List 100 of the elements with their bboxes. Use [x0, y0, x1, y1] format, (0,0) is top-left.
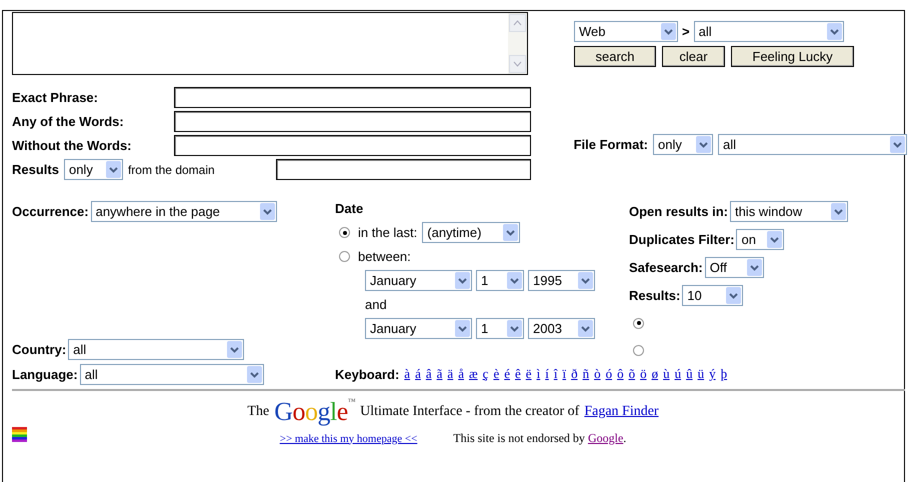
google-link[interactable]: Google: [588, 431, 624, 446]
character-link[interactable]: ì: [536, 366, 540, 382]
character-link[interactable]: ø: [652, 366, 658, 382]
caret-icon: [767, 231, 782, 248]
period-dropdown[interactable]: (anytime): [422, 222, 520, 243]
character-link[interactable]: ë: [526, 366, 532, 382]
character-link[interactable]: ï: [562, 366, 566, 382]
caret-icon: [106, 161, 121, 178]
caret-icon: [746, 259, 762, 276]
day-dropdown[interactable]: 1: [476, 270, 524, 291]
field-label: Without the Words:: [12, 138, 132, 153]
domain-mode-dropdown[interactable]: only: [64, 159, 123, 180]
character-link[interactable]: á: [415, 366, 421, 382]
scope-dropdown[interactable]: Web: [574, 21, 678, 42]
character-link[interactable]: ò: [594, 366, 601, 382]
setting-dropdown[interactable]: Off: [704, 257, 764, 278]
field-label: File Format:: [574, 137, 648, 152]
footer-text: The: [247, 404, 270, 420]
character-link[interactable]: é: [504, 366, 510, 382]
character-link[interactable]: ç: [482, 366, 488, 382]
action-button[interactable]: search: [574, 46, 656, 67]
notice-end: .: [623, 431, 626, 446]
caret-icon: [661, 23, 676, 40]
input-field[interactable]: [276, 159, 531, 180]
radio-button[interactable]: [633, 318, 644, 328]
caret-icon: [246, 366, 262, 383]
logo: Google™: [274, 397, 356, 427]
character-link[interactable]: ê: [515, 366, 521, 382]
character-link[interactable]: à: [404, 366, 410, 382]
separator: >: [682, 24, 690, 39]
and-label: and: [365, 297, 388, 312]
caret-icon: [260, 203, 275, 220]
character-link[interactable]: ý: [709, 366, 716, 382]
character-link[interactable]: í: [545, 366, 549, 382]
character-link[interactable]: ó: [606, 366, 612, 382]
month-dropdown[interactable]: January: [365, 318, 472, 339]
setting-label: Open results in:: [629, 204, 728, 219]
year-dropdown[interactable]: 2003: [528, 318, 595, 339]
character-link[interactable]: ä: [447, 366, 454, 382]
character-link[interactable]: ü: [698, 366, 704, 382]
character-link[interactable]: å: [458, 366, 464, 382]
action-button[interactable]: clear: [662, 46, 725, 67]
character-link[interactable]: ö: [640, 366, 647, 382]
option-label: between:: [358, 249, 411, 264]
creator-link[interactable]: Fagan Finder: [584, 404, 659, 420]
section-title: Date: [335, 201, 364, 216]
setting-label: Safesearch:: [629, 260, 703, 275]
keyboard-label: Keyboard:: [335, 366, 400, 382]
caret-icon: [578, 320, 593, 337]
field-label: Any of the Words:: [12, 114, 124, 129]
format-mode-dropdown[interactable]: only: [653, 134, 713, 155]
footer-text: Ultimate Interface - from the creator of: [360, 404, 580, 420]
input-field[interactable]: [174, 87, 531, 108]
caret-icon: [503, 224, 518, 241]
caret-icon: [507, 320, 522, 337]
character-link[interactable]: ã: [436, 366, 442, 382]
character-link[interactable]: î: [554, 366, 558, 382]
month-dropdown[interactable]: January: [365, 270, 472, 291]
input-field[interactable]: [174, 111, 531, 132]
field-label: Results: [12, 162, 59, 177]
caret-icon: [507, 272, 522, 289]
occurrence-dropdown[interactable]: anywhere in the page: [90, 201, 277, 222]
day-dropdown[interactable]: 1: [476, 318, 524, 339]
caret-icon: [578, 272, 593, 289]
field-label: Country:: [12, 342, 66, 357]
character-link[interactable]: þ: [720, 366, 728, 382]
character-link[interactable]: ú: [674, 366, 682, 382]
radio-button[interactable]: [633, 344, 644, 356]
category-dropdown[interactable]: all: [694, 21, 844, 42]
input-field[interactable]: [174, 135, 531, 156]
caret-icon: [227, 341, 242, 358]
file-format-dropdown[interactable]: all: [718, 134, 907, 155]
country-dropdown[interactable]: all: [68, 339, 244, 360]
character-link[interactable]: è: [493, 366, 500, 382]
language-dropdown[interactable]: all: [80, 364, 264, 385]
field-label: Exact Phrase:: [12, 90, 98, 105]
radio-button[interactable]: [339, 251, 350, 262]
year-dropdown[interactable]: 1995: [528, 270, 595, 291]
setting-dropdown[interactable]: 10: [682, 285, 744, 306]
character-link[interactable]: ô: [617, 366, 624, 382]
homepage-link[interactable]: >> make this my homepage <<: [280, 432, 418, 444]
caret-icon: [830, 203, 846, 220]
rainbow-stripes-icon: [12, 427, 27, 442]
field-label: Language:: [12, 367, 78, 382]
caret-icon: [726, 287, 742, 304]
character-link[interactable]: ð: [571, 366, 578, 382]
setting-dropdown[interactable]: on: [736, 229, 784, 250]
query-field[interactable]: [12, 12, 528, 75]
setting-label: Duplicates Filter:: [629, 232, 734, 247]
character-link[interactable]: û: [686, 366, 693, 382]
caret-icon: [455, 272, 470, 289]
character-link[interactable]: æ: [468, 366, 478, 382]
character-link[interactable]: â: [426, 366, 432, 382]
character-link[interactable]: õ: [628, 366, 636, 382]
action-button[interactable]: Feeling Lucky: [731, 46, 854, 67]
character-link[interactable]: ñ: [582, 366, 590, 382]
notice-text: This site is not endorsed by: [453, 431, 586, 446]
setting-dropdown[interactable]: this window: [730, 201, 848, 222]
radio-button[interactable]: [339, 227, 350, 238]
character-link[interactable]: ù: [663, 366, 670, 382]
